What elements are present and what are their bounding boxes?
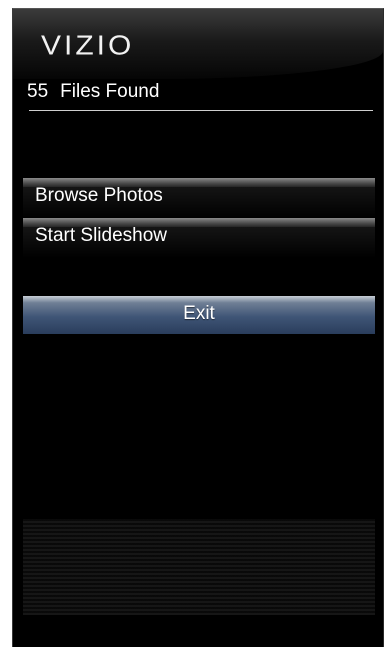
header-divider: [29, 110, 373, 111]
vizio-logo: VIZIO: [41, 30, 135, 61]
exit-button[interactable]: Exit: [23, 296, 375, 334]
browse-photos-label: Browse Photos: [35, 185, 163, 206]
files-found-status: 55 Files Found: [27, 81, 159, 103]
start-slideshow-button[interactable]: Start Slideshow: [23, 218, 375, 258]
browse-photos-button[interactable]: Browse Photos: [23, 178, 375, 218]
decorative-stripes: [23, 519, 375, 615]
files-count: 55: [27, 81, 49, 102]
start-slideshow-label: Start Slideshow: [35, 225, 168, 246]
files-found-label: Files Found: [60, 81, 160, 102]
menu-panel: VIZIO 55 Files Found Browse Photos Start …: [12, 8, 384, 647]
